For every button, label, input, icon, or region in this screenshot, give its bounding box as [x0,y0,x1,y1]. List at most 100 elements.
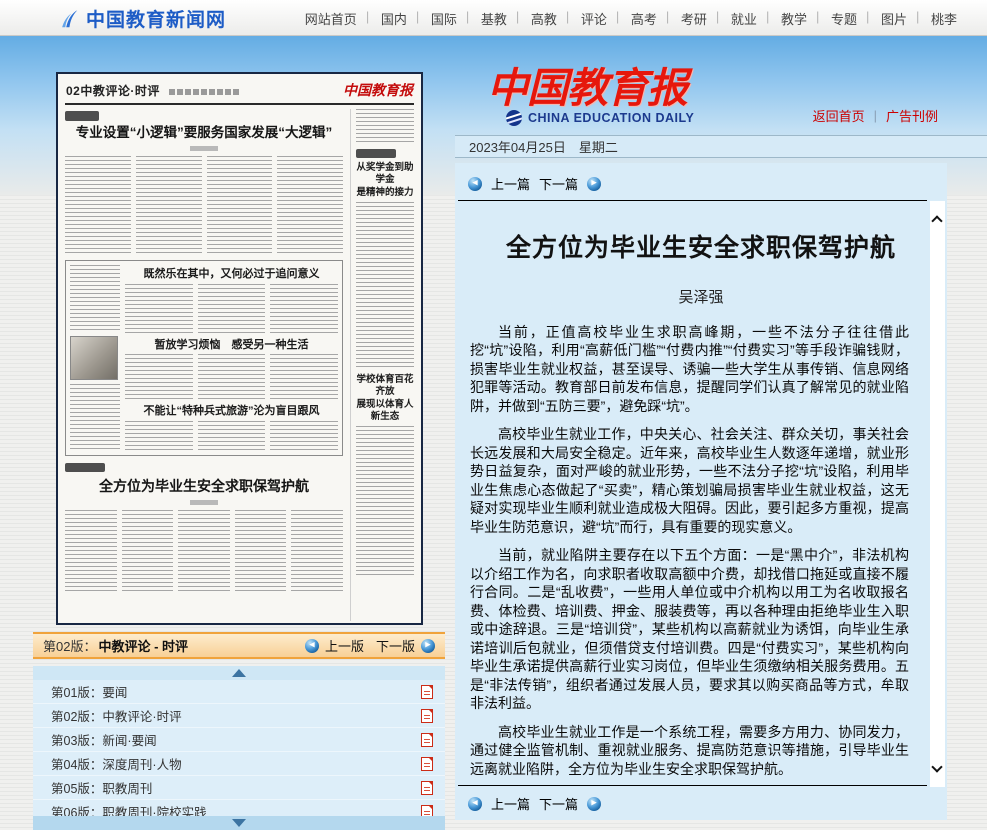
top-nav-item[interactable]: 国内 [369,9,419,28]
site-logo[interactable]: 中国教育新闻网 [58,5,226,32]
edition-list-scroll-down[interactable] [33,816,445,830]
top-nav-item[interactable]: 教学 [769,9,819,28]
fake-text-column [277,156,343,254]
top-nav-item[interactable]: 网站首页 [293,9,369,28]
edition-list-item[interactable]: 第05版： 职教周刊 [33,776,445,800]
fake-text-column [198,354,266,402]
fake-text-column [356,109,414,143]
edition-item-name: 新闻·要闻 [102,730,156,749]
article-pager-top: ◀ 上一篇 下一篇 ▶ [455,163,947,199]
article-body: 当前，正值高校毕业生求职高峰期，一些不法分子往往借此挖“坑”设陷，利用“高薪低门… [470,323,909,779]
prev-page-link[interactable]: 上一版 [325,636,364,655]
fake-text-block [125,421,338,451]
fake-text-column [136,156,202,254]
fake-text-column [198,284,266,336]
top-nav-item[interactable]: 图片 [869,9,919,28]
globe-icon [506,110,522,126]
next-article-orb-icon[interactable]: ▶ [587,797,601,811]
edition-list-scroll-up[interactable] [33,666,445,680]
newspaper-side-headline: 学校体育百花齐放 展现以体育人新生态 [356,374,414,423]
newspaper-masthead-english: CHINA EDUCATION DAILY [506,110,694,126]
fake-text-column [70,384,120,451]
prev-article-orb-icon[interactable]: ◀ [468,797,482,811]
newspaper-bottom-headline: 全方位为毕业生安全求职保驾护航 [65,476,343,496]
fake-text-column [125,421,193,451]
fake-text-column [235,510,287,594]
top-nav-item[interactable]: 国际 [419,9,469,28]
newspaper-masthead: 中国教育报 [487,54,687,114]
fake-text-column [270,284,338,336]
pdf-icon[interactable] [421,709,433,723]
fake-text-column [122,510,174,594]
fake-text-column [356,202,414,370]
edition-list-panel: 第01版： 要闻 第02版： 中教评论·时评 第03版： 新闻·要闻 [33,666,445,830]
edition-list-item[interactable]: 第04版： 深度周刊·人物 [33,752,445,776]
prev-article-orb-icon[interactable]: ◀ [468,177,482,191]
fake-text-column [356,426,414,576]
return-home-link[interactable]: 返回首页 [813,106,865,125]
edition-item-name: 深度周刊·人物 [102,754,181,773]
divider [458,785,927,786]
site-logo-text: 中国教育新闻网 [86,5,226,32]
scroll-up-chevron-icon[interactable] [931,215,942,226]
pdf-icon[interactable] [421,781,433,795]
swoosh-logo-icon [58,7,80,31]
newspaper-box-left-column [70,265,120,451]
edition-item-name: 职教周刊 [102,778,152,797]
article-paragraph: 高校毕业生就业工作是一个系统工程，需要多方用力、协同发力，通过健全监管机制、重视… [470,723,909,779]
fake-text-block [125,284,338,336]
prev-article-link[interactable]: 上一篇 [491,174,530,193]
edition-item-number: 第05版： [51,778,102,797]
top-nav-item[interactable]: 高考 [619,9,669,28]
newspaper-masthead-script: 中国教育报 [343,80,413,100]
pdf-icon[interactable] [421,685,433,699]
edition-item-number: 第02版： [51,706,102,725]
fake-text-column [291,510,343,594]
edition-item-name: 要闻 [102,682,127,701]
article-author: 吴泽强 [455,286,947,307]
fake-byline [190,146,218,151]
top-nav-item[interactable]: 高教 [519,9,569,28]
edition-bar: 第02版： 中教评论 - 时评 ◀ 上一版 下一版 ▶ [33,632,445,659]
next-page-link[interactable]: 下一版 [376,636,415,655]
edition-item-number: 第04版： [51,754,102,773]
edition-list-item[interactable]: 第03版： 新闻·要闻 [33,728,445,752]
pdf-icon[interactable] [421,757,433,771]
prev-page-orb-icon[interactable]: ◀ [305,639,319,653]
divider [458,200,927,201]
article-paragraph: 当前，就业陷阱主要存在以下五个方面：一是“黑中介”，非法机构以介绍工作为名，向求… [470,546,909,713]
top-nav-item[interactable]: 评论 [569,9,619,28]
top-nav-item[interactable]: 就业 [719,9,769,28]
next-page-orb-icon[interactable]: ▶ [421,639,435,653]
edition-name: 中教评论 - 时评 [98,636,188,655]
next-article-link[interactable]: 下一篇 [539,174,578,193]
article-paragraph: 当前，正值高校毕业生求职高峰期，一些不法分子往往借此挖“坑”设陷，利用“高薪低门… [470,323,909,416]
newspaper-edition-header: 02中教评论·时评 [66,84,160,98]
edition-list-item[interactable]: 第02版： 中教评论·时评 [33,704,445,728]
newspaper-boxed-section: 既然乐在其中，又何必过于追问意义 暂放学习烦恼 感受另一种生活 不能 [65,260,343,456]
next-article-link[interactable]: 下一篇 [539,794,578,813]
top-nav-item[interactable]: 专题 [819,9,869,28]
scroll-down-chevron-icon[interactable] [931,761,942,772]
next-article-orb-icon[interactable]: ▶ [587,177,601,191]
top-nav-item[interactable]: 考研 [669,9,719,28]
fake-text-column [178,510,230,594]
fake-text-column [65,510,117,594]
date-bar: 2023年04月25日 星期二 [455,135,987,158]
top-nav-item[interactable]: 桃李 [919,9,969,28]
masthead-links: 返回首页 | 广告刊例 [813,106,938,125]
ad-rates-link[interactable]: 广告刊例 [886,106,938,125]
fake-text-column [198,421,266,451]
newspaper-page-image[interactable]: 02中教评论·时评 中国教育报 专业设置“小逻辑”要服务国家发展“大逻辑” [56,72,423,625]
pdf-icon[interactable] [421,733,433,747]
edition-item-name: 中教评论·时评 [102,706,181,725]
newspaper-side-column: 从奖学金到助学金 是精神的接力 学校体育百花齐放 展现以体育人新生态 [350,109,414,621]
fake-text-block [65,156,343,254]
newspaper-main-headline: 专业设置“小逻辑”要服务国家发展“大逻辑” [65,125,343,142]
edition-list-item[interactable]: 第01版： 要闻 [33,680,445,704]
article-scrollbar[interactable] [930,201,945,787]
prev-article-link[interactable]: 上一篇 [491,794,530,813]
fake-text-column [70,265,120,332]
edition-item-number: 第03版： [51,730,102,749]
top-nav-item[interactable]: 基教 [469,9,519,28]
